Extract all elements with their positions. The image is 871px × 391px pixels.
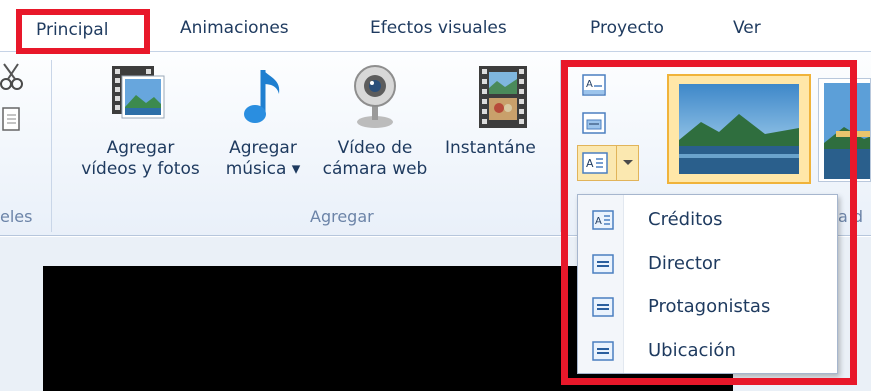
menu-item-label: Protagonistas [648, 296, 771, 317]
snapshot-button[interactable]: Instantáne [445, 62, 557, 202]
clipboard-group-label: eles [0, 207, 33, 226]
caption-icon[interactable] [582, 112, 606, 134]
themes-group-label: a d [838, 207, 864, 226]
landscape-thumbnail [679, 84, 799, 174]
group-separator [560, 60, 561, 232]
chevron-down-icon[interactable] [622, 159, 634, 167]
group-separator [51, 60, 52, 232]
webcam-line1: Vídeo de [337, 138, 413, 158]
menu-item-creditos[interactable]: A Créditos [578, 199, 839, 241]
theme-thumbnail-selected[interactable] [667, 74, 811, 184]
tab-principal[interactable]: Principal [16, 9, 150, 54]
tab-principal-label: Principal [36, 20, 109, 40]
menu-item-director[interactable]: Director [578, 243, 839, 285]
menu-item-ubicacion[interactable]: Ubicación [578, 330, 839, 372]
split-divider [616, 146, 617, 180]
snapshot-line1: Instantáne [445, 138, 536, 158]
credits-dropdown-menu: A Créditos Director Protagonistas Ubicac… [577, 194, 838, 374]
svg-text:A: A [586, 157, 594, 170]
add-videos-photos-button[interactable]: Agregar vídeos y fotos [68, 62, 213, 202]
landscape-thumbnail [824, 83, 870, 179]
theme-thumbnail[interactable] [818, 78, 871, 182]
webcam-line2: cámara web [322, 159, 428, 179]
tab-animaciones[interactable]: Animaciones [180, 18, 289, 38]
menu-item-label: Director [648, 253, 721, 274]
tab-ver[interactable]: Ver [733, 18, 761, 38]
svg-text:A: A [595, 216, 602, 227]
credits-split-button[interactable]: A [577, 145, 639, 181]
ribbon-tab-bar: Principal Animaciones Efectos visuales P… [0, 0, 871, 54]
credits-icon: A [592, 210, 614, 230]
menu-item-protagonistas[interactable]: Protagonistas [578, 286, 839, 328]
caption-icon [592, 297, 614, 317]
snapshot-icon [479, 66, 527, 128]
cut-icon[interactable] [0, 62, 24, 92]
add-videos-line2: vídeos y fotos [81, 159, 200, 179]
tab-efectos-visuales[interactable]: Efectos visuales [370, 18, 507, 38]
webcam-video-button[interactable]: Vídeo de cámara web [315, 62, 435, 202]
menu-item-label: Ubicación [648, 340, 736, 361]
add-music-line1: Agregar [229, 138, 297, 158]
caption-icon [592, 254, 614, 274]
agregar-group-label: Agregar [310, 207, 374, 226]
add-music-line2: música ▾ [225, 159, 301, 179]
music-note-icon [244, 70, 280, 123]
add-music-button[interactable]: Agregar música ▾ [213, 62, 313, 202]
film-photo-icon [112, 66, 165, 119]
tab-proyecto[interactable]: Proyecto [590, 18, 664, 38]
add-videos-line1: Agregar [106, 138, 175, 158]
menu-item-label: Créditos [648, 209, 723, 230]
title-icon[interactable]: A [582, 74, 606, 96]
caption-icon [592, 341, 614, 361]
svg-text:A: A [586, 79, 593, 90]
copy-icon[interactable] [0, 104, 24, 134]
webcam-icon [354, 65, 396, 128]
credits-icon: A [582, 152, 608, 174]
